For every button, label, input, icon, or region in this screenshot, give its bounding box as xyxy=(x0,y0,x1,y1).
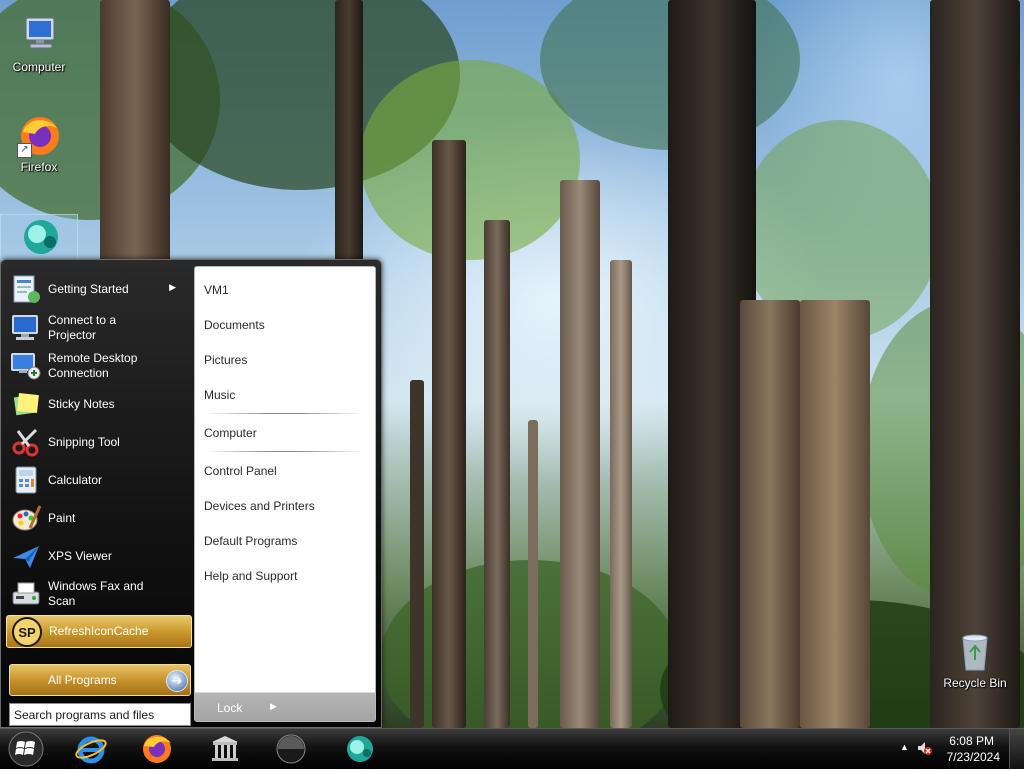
program-refreshiconcache[interactable]: SP RefreshIconCache xyxy=(6,615,192,648)
desktop-icon-label: Firefox xyxy=(20,160,58,174)
place-documents[interactable]: Documents xyxy=(204,318,265,332)
program-windows-fax-and-scan[interactable]: Windows Fax and Scan xyxy=(6,576,192,612)
place-computer[interactable]: Computer xyxy=(204,426,257,440)
program-label: XPS Viewer xyxy=(48,548,112,563)
all-programs-label: All Programs xyxy=(48,673,117,687)
desktop-icon-label: Computer xyxy=(12,60,66,74)
shortcut-arrow-icon: ↗ xyxy=(17,143,32,158)
program-label: Remote Desktop Connection xyxy=(48,351,138,380)
taskbar-media-player[interactable] xyxy=(274,732,308,766)
lock-button[interactable]: Lock xyxy=(217,701,242,715)
program-connect-to-projector[interactable]: Connect to a Projector xyxy=(6,310,192,346)
scissors-icon xyxy=(10,426,42,458)
program-calculator[interactable]: Calculator xyxy=(6,462,192,498)
taskbar-internet-explorer[interactable] xyxy=(74,732,108,766)
search-input[interactable]: Search programs and files xyxy=(9,703,191,726)
place-help-and-support[interactable]: Help and Support xyxy=(204,569,297,583)
program-label: Paint xyxy=(48,510,76,525)
getting-started-icon xyxy=(10,273,42,305)
start-menu-places-pane: VM1 Documents Pictures Music Computer Co… xyxy=(194,266,376,722)
program-label: Connect to a Projector xyxy=(48,313,117,342)
app-icon xyxy=(347,736,373,762)
separator xyxy=(205,451,363,452)
start-menu-programs-pane: Getting Started ▶ Connect to a Projector… xyxy=(6,266,192,726)
place-default-programs[interactable]: Default Programs xyxy=(204,534,297,548)
sticky-notes-icon xyxy=(10,388,42,420)
app-icon xyxy=(17,215,61,259)
media-orb-icon xyxy=(276,734,306,764)
paint-palette-icon xyxy=(10,502,42,534)
program-getting-started[interactable]: Getting Started ▶ xyxy=(6,271,192,307)
projector-icon xyxy=(10,312,42,344)
program-snipping-tool[interactable]: Snipping Tool xyxy=(6,424,192,460)
firefox-icon xyxy=(143,735,171,763)
show-hidden-icons-icon[interactable]: ▲ xyxy=(900,742,909,752)
program-label: Snipping Tool xyxy=(48,434,120,449)
recycle-bin-icon xyxy=(953,630,997,674)
clock-time[interactable]: 6:08 PM xyxy=(914,734,994,748)
sp-icon: SP xyxy=(11,616,43,648)
firefox-icon: ↗ xyxy=(17,114,61,158)
program-paint[interactable]: Paint xyxy=(6,500,192,536)
computer-icon xyxy=(17,14,61,58)
taskbar-firefox[interactable] xyxy=(140,732,174,766)
taskbar-app[interactable] xyxy=(342,732,376,766)
place-pictures[interactable]: Pictures xyxy=(204,353,247,367)
desktop-icon-app[interactable] xyxy=(0,214,78,260)
clock-date[interactable]: 7/23/2024 xyxy=(920,750,1000,764)
place-user-folder[interactable]: VM1 xyxy=(204,283,229,297)
taskbar-libraries[interactable] xyxy=(208,732,242,766)
svg-text:SP: SP xyxy=(18,625,36,640)
program-label: Windows Fax and Scan xyxy=(48,579,144,608)
program-label: Sticky Notes xyxy=(48,396,115,411)
desktop-icon-computer[interactable]: Computer xyxy=(0,14,78,74)
show-desktop-button[interactable] xyxy=(1009,729,1024,769)
fax-icon xyxy=(10,578,42,610)
program-label: Calculator xyxy=(48,472,103,487)
windows-logo-icon xyxy=(8,731,44,767)
desktop-icon-label: Recycle Bin xyxy=(943,676,1007,690)
system-tray: ▲ 6:08 PM 7/23/2024 xyxy=(884,729,1024,769)
power-bar: Lock ▶ xyxy=(195,692,375,721)
taskbar: ▲ 6:08 PM 7/23/2024 xyxy=(0,728,1024,769)
separator xyxy=(205,413,363,414)
arrow-right-icon: ➔ xyxy=(166,670,188,692)
internet-explorer-icon xyxy=(75,736,107,764)
program-label: Getting Started xyxy=(48,281,129,296)
program-remote-desktop[interactable]: Remote Desktop Connection xyxy=(6,348,192,384)
library-icon xyxy=(212,736,238,761)
desktop-icon-recycle-bin[interactable]: Recycle Bin xyxy=(936,630,1014,690)
place-devices-and-printers[interactable]: Devices and Printers xyxy=(204,499,315,513)
xps-viewer-icon xyxy=(10,540,42,572)
remote-desktop-icon xyxy=(10,350,42,382)
program-xps-viewer[interactable]: XPS Viewer xyxy=(6,538,192,574)
program-sticky-notes[interactable]: Sticky Notes xyxy=(6,386,192,422)
all-programs-button[interactable]: All Programs ➔ xyxy=(9,664,191,696)
calculator-icon xyxy=(10,464,42,496)
start-menu: Getting Started ▶ Connect to a Projector… xyxy=(0,259,382,728)
submenu-arrow-icon: ▶ xyxy=(169,282,176,292)
start-button[interactable] xyxy=(4,730,48,768)
place-control-panel[interactable]: Control Panel xyxy=(204,464,277,478)
desktop-icon-firefox[interactable]: ↗ Firefox xyxy=(0,114,78,174)
power-options-arrow-icon[interactable]: ▶ xyxy=(270,701,277,712)
program-label: RefreshIconCache xyxy=(49,624,149,638)
place-music[interactable]: Music xyxy=(204,388,235,402)
search-placeholder: Search programs and files xyxy=(14,708,155,722)
